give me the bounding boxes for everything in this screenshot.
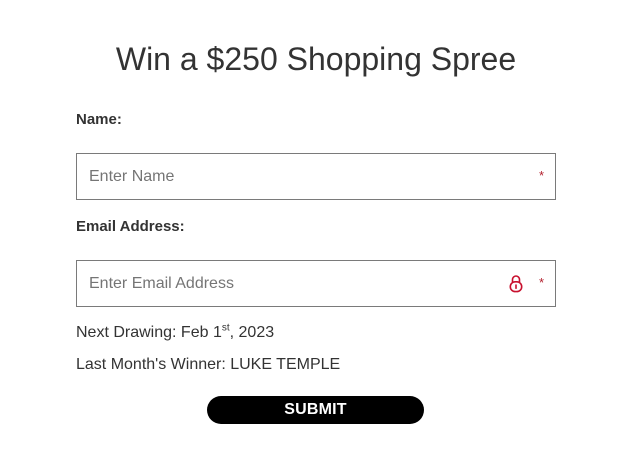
email-required-marker: * [538, 275, 544, 290]
next-drawing-ordinal: st [221, 322, 230, 334]
email-label: Email Address: [76, 218, 185, 235]
next-drawing-text: Next Drawing: Feb 1st, 2023 [76, 323, 274, 343]
name-required-marker: * [538, 168, 544, 183]
submit-button[interactable]: SUBMIT [207, 396, 424, 424]
page-title: Win a $250 Shopping Spree [115, 41, 517, 77]
last-winner-text: Last Month's Winner: LUKE TEMPLE [76, 356, 341, 373]
name-input[interactable] [77, 154, 509, 199]
lock-icon[interactable] [509, 274, 523, 293]
email-input[interactable] [77, 261, 509, 306]
name-label: Name: [76, 111, 122, 128]
next-drawing-year: , 2023 [229, 324, 275, 341]
name-field-container: * [76, 153, 556, 200]
email-field-container: * [76, 260, 556, 307]
next-drawing-date: Next Drawing: Feb 1 [76, 324, 222, 341]
